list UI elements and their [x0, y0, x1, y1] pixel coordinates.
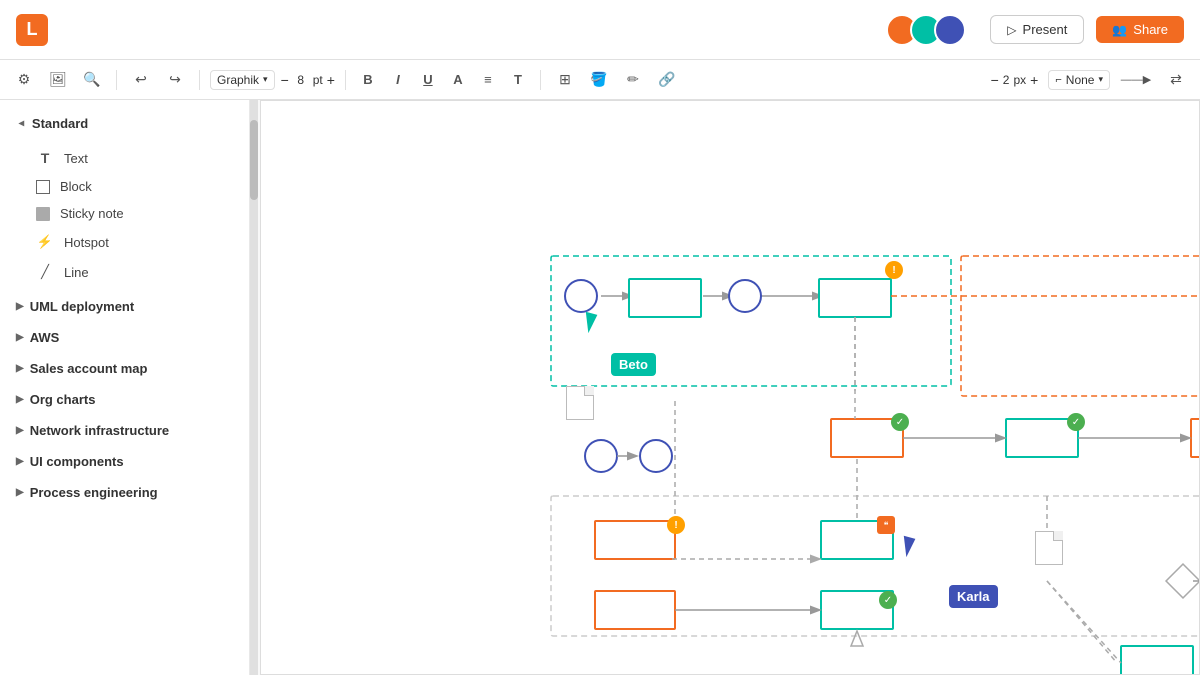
chevron-right-icon: ▶ — [16, 456, 24, 467]
corner-dropdown-icon: ▾ — [1098, 74, 1103, 85]
bold-button[interactable]: B — [356, 68, 380, 92]
scroll-bar[interactable] — [250, 100, 258, 675]
sidebar-item-hotspot[interactable]: ⚡ Hotspot — [0, 227, 249, 257]
doc-icon-1 — [566, 386, 594, 420]
sidebar-item-sticky-note[interactable]: Sticky note — [0, 200, 249, 227]
chevron-down-icon: ▼ — [15, 119, 26, 129]
text-color-button[interactable]: A — [446, 68, 470, 92]
canvas-area[interactable]: ! ✓ ✓ ! ❝ ✓ — [250, 100, 1200, 675]
chevron-right-icon: ▶ — [16, 487, 24, 498]
avatar-group — [886, 14, 966, 46]
stroke-unit: px — [1013, 73, 1026, 87]
chevron-right-icon: ▶ — [16, 425, 24, 436]
sidebar-section-ui[interactable]: ▶ UI components — [0, 446, 249, 477]
avatar-3[interactable] — [934, 14, 966, 46]
main-area: ▼ Standard T Text Block Sticky note ⚡ Ho… — [0, 100, 1200, 675]
image-icon[interactable]: 🖼 — [44, 66, 72, 94]
sidebar-section-sales[interactable]: ▶ Sales account map — [0, 353, 249, 384]
badge-quote-1: ❝ — [877, 516, 895, 534]
divider-3 — [345, 70, 346, 90]
chevron-right-icon: ▶ — [16, 363, 24, 374]
doc-icon-2 — [1035, 531, 1063, 565]
badge-check-2: ✓ — [1067, 413, 1085, 431]
font-size-plus[interactable]: + — [327, 72, 335, 88]
beto-label: Beto — [611, 353, 656, 376]
table-icon[interactable]: ⊞ — [551, 66, 579, 94]
plugin-icon[interactable]: ⚙ — [10, 66, 38, 94]
font-size-unit: pt — [313, 73, 323, 87]
badge-warning-1: ! — [885, 261, 903, 279]
sidebar-section-process[interactable]: ▶ Process engineering — [0, 477, 249, 508]
swap-icon[interactable]: ⇄ — [1162, 66, 1190, 94]
present-button[interactable]: ▷ Present — [990, 15, 1084, 44]
text-shape-icon: T — [36, 149, 54, 167]
corner-style-select[interactable]: ⌐ None ▾ — [1048, 70, 1110, 90]
block-shape-icon — [36, 180, 50, 194]
font-dropdown-icon: ▾ — [263, 74, 268, 85]
stroke-size-value: 2 — [1003, 73, 1010, 87]
chevron-right-icon: ▶ — [16, 301, 24, 312]
badge-check-1: ✓ — [891, 413, 909, 431]
app-logo[interactable]: L — [16, 14, 48, 46]
present-icon: ▷ — [1007, 23, 1016, 37]
diagram: ! ✓ ✓ ! ❝ ✓ — [261, 101, 1199, 674]
sidebar-item-text[interactable]: T Text — [0, 143, 249, 173]
chevron-right-icon: ▶ — [16, 332, 24, 343]
align-button[interactable]: ≡ — [476, 68, 500, 92]
divider-4 — [540, 70, 541, 90]
undo-icon[interactable]: ↩ — [127, 66, 155, 94]
pen-icon[interactable]: ✏ — [619, 66, 647, 94]
stroke-control: − 2 px + — [991, 72, 1039, 88]
sidebar-item-line[interactable]: ╱ Line — [0, 257, 249, 287]
canvas-content[interactable]: ! ✓ ✓ ! ❝ ✓ — [260, 100, 1200, 675]
search-icon[interactable]: 🔍 — [78, 66, 106, 94]
stroke-plus[interactable]: + — [1030, 72, 1038, 88]
badge-warning-2: ! — [667, 516, 685, 534]
divider-2 — [199, 70, 200, 90]
section-label: Standard — [32, 116, 88, 131]
share-button[interactable]: 👥 Share — [1096, 16, 1184, 43]
badge-check-3: ✓ — [879, 591, 897, 609]
arrow-style-select[interactable]: ——▶ — [1116, 66, 1156, 94]
sidebar: ▼ Standard T Text Block Sticky note ⚡ Ho… — [0, 100, 250, 675]
sidebar-section-network[interactable]: ▶ Network infrastructure — [0, 415, 249, 446]
strikethrough-button[interactable]: T — [506, 68, 530, 92]
underline-button[interactable]: U — [416, 68, 440, 92]
cursor-beto — [581, 312, 598, 334]
sidebar-section-standard[interactable]: ▼ Standard — [0, 108, 249, 139]
italic-button[interactable]: I — [386, 68, 410, 92]
sidebar-section-aws[interactable]: ▶ AWS — [0, 322, 249, 353]
redo-icon[interactable]: ↪ — [161, 66, 189, 94]
sidebar-section-uml[interactable]: ▶ UML deployment — [0, 291, 249, 322]
divider-1 — [116, 70, 117, 90]
fill-icon[interactable]: 🪣 — [585, 66, 613, 94]
cursor-karla — [899, 536, 916, 558]
link-icon[interactable]: 🔗 — [653, 66, 681, 94]
font-size-minus[interactable]: − — [281, 72, 289, 88]
topbar: L ▷ Present 👥 Share — [0, 0, 1200, 60]
standard-items: T Text Block Sticky note ⚡ Hotspot ╱ Lin… — [0, 139, 249, 291]
share-icon: 👥 — [1112, 23, 1127, 37]
stroke-minus[interactable]: − — [991, 72, 999, 88]
karla-label: Karla — [949, 585, 998, 608]
toolbar: ⚙ 🖼 🔍 ↩ ↪ Graphik ▾ − 8 pt + B I U A ≡ T… — [0, 60, 1200, 100]
arrows-layer — [261, 101, 1199, 674]
chevron-right-icon: ▶ — [16, 394, 24, 405]
line-shape-icon: ╱ — [36, 263, 54, 281]
corner-icon: ⌐ — [1055, 74, 1061, 86]
sidebar-item-block[interactable]: Block — [0, 173, 249, 200]
font-size-value: 8 — [293, 73, 309, 87]
sticky-note-shape-icon — [36, 207, 50, 221]
sidebar-section-org[interactable]: ▶ Org charts — [0, 384, 249, 415]
scroll-thumb[interactable] — [250, 120, 258, 200]
hotspot-shape-icon: ⚡ — [36, 233, 54, 251]
font-size-control: − 8 pt + — [281, 72, 335, 88]
font-family-select[interactable]: Graphik ▾ — [210, 70, 275, 90]
